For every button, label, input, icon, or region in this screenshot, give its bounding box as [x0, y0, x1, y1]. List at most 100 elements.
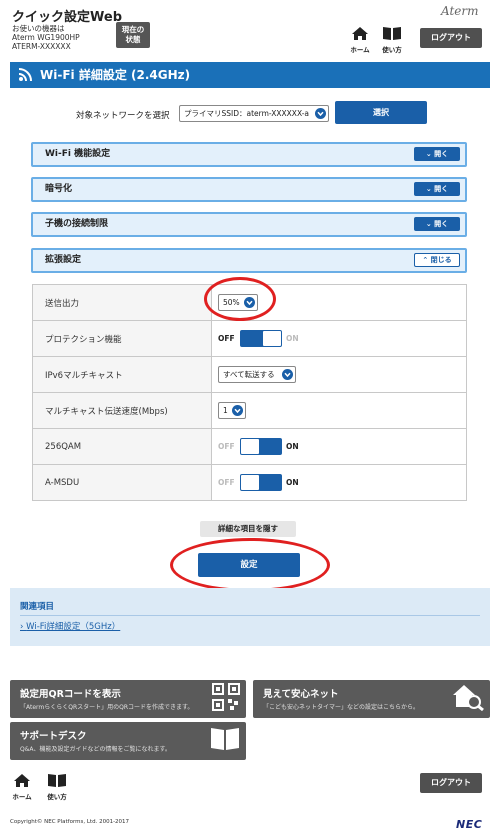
- accordion-open-button[interactable]: ⌄ 開く: [414, 217, 460, 231]
- qam256-label: 256QAM: [32, 428, 212, 465]
- highlight-ring: [204, 277, 276, 321]
- accordion-close-button[interactable]: ⌃ 閉じる: [414, 253, 460, 267]
- related-heading: 関連項目: [20, 602, 55, 612]
- qr-code-card[interactable]: 設定用QRコードを表示 「AtermらくらくQRスタート」用のQRコードを作成で…: [10, 680, 246, 718]
- chevron-down-icon: [315, 108, 326, 119]
- accordion-open-button[interactable]: ⌄ 開く: [414, 147, 460, 161]
- chevron-down-icon: ⌄: [425, 220, 435, 228]
- chevron-down-icon: [232, 405, 243, 416]
- select-button[interactable]: 選択: [335, 101, 427, 124]
- network-select-row: 対象ネットワークを選択 プライマリSSID：aterm-XXXXXX-a 選択: [10, 90, 490, 136]
- model-line-3: ATERM-XXXXXX: [12, 42, 71, 51]
- nec-logo: NEC: [456, 818, 483, 831]
- home-icon: [14, 774, 30, 787]
- accordion-label: Wi-Fi 機能設定: [45, 149, 111, 159]
- guide-nav[interactable]: 使い方: [379, 26, 405, 54]
- protection-toggle[interactable]: OFF ON: [218, 330, 299, 347]
- house-search-icon: [453, 685, 484, 711]
- home-nav[interactable]: ホーム: [347, 26, 373, 54]
- multicast-rate-label: マルチキャスト伝送速度(Mbps): [32, 392, 212, 429]
- footer-logout-button[interactable]: ログアウト: [420, 773, 482, 793]
- qam256-toggle[interactable]: OFF ON: [218, 438, 299, 455]
- toggle-knob: [241, 475, 259, 490]
- related-section: 関連項目 › Wi-Fi詳細設定（5GHz）: [10, 588, 490, 646]
- toggle-track[interactable]: [240, 438, 282, 455]
- support-desk-card[interactable]: サポートデスク Q&A、機能及設定ガイドなどの情報をご覧になれます。: [10, 722, 246, 760]
- home-label: ホーム: [350, 46, 370, 54]
- accordion-encryption[interactable]: 暗号化 ⌄ 開く: [31, 177, 467, 202]
- toggle-track[interactable]: [240, 330, 282, 347]
- toggle-on-label: ON: [286, 478, 299, 487]
- header: クイック設定Web お使いの機器は Aterm WG1900HP ATERM-X…: [0, 0, 500, 56]
- protection-label: プロテクション機能: [32, 320, 212, 357]
- support-card-title: サポートデスク: [20, 731, 87, 742]
- home-icon: [352, 27, 368, 40]
- table-row: マルチキャスト伝送速度(Mbps) 1: [32, 392, 467, 429]
- toggle-knob: [241, 439, 259, 454]
- model-line-2: Aterm WG1900HP: [12, 33, 80, 42]
- close-label: 閉じる: [430, 256, 452, 264]
- qr-card-title: 設定用QRコードを表示: [20, 689, 121, 700]
- guide-label: 使い方: [382, 46, 402, 54]
- footer-home-nav[interactable]: ホーム: [9, 773, 35, 801]
- wifi-icon: [18, 68, 32, 82]
- mieru-card-title: 見えて安心ネット: [263, 689, 339, 700]
- related-link-5ghz[interactable]: › Wi-Fi詳細設定（5GHz）: [20, 620, 120, 632]
- model-line-1: お使いの機器は: [12, 24, 65, 33]
- ipv6-multicast-value: すべて転送する: [223, 370, 275, 379]
- support-card-subtitle: Q&A、機能及設定ガイドなどの情報をご覧になれます。: [20, 746, 171, 753]
- network-select[interactable]: プライマリSSID：aterm-XXXXXX-a: [179, 105, 329, 122]
- accordion-label: 拡張設定: [45, 255, 82, 265]
- highlight-ring: [170, 538, 330, 592]
- related-link-label: Wi-Fi詳細設定（5GHz）: [26, 622, 121, 632]
- toggle-off-label: OFF: [218, 478, 235, 487]
- qr-card-subtitle: 「AtermらくらくQRスタート」用のQRコードを作成できます。: [20, 704, 194, 711]
- accordion-label: 子機の接続制限: [45, 219, 109, 229]
- book-icon: [211, 728, 239, 750]
- app-title: クイック設定Web: [12, 10, 122, 25]
- open-label: 開く: [434, 220, 449, 228]
- chevron-down-icon: [282, 369, 293, 380]
- hide-details-button[interactable]: 詳細な項目を隠す: [200, 521, 296, 537]
- ipv6-multicast-select[interactable]: すべて転送する: [218, 366, 296, 383]
- multicast-rate-select[interactable]: 1: [218, 402, 246, 419]
- aterm-logo: Aterm: [441, 4, 479, 18]
- accordion-client-restriction[interactable]: 子機の接続制限 ⌄ 開く: [31, 212, 467, 237]
- amsdu-toggle[interactable]: OFF ON: [218, 474, 299, 491]
- amsdu-label: A-MSDU: [32, 464, 212, 501]
- qr-code-icon: [212, 683, 240, 711]
- accordion-label: 暗号化: [45, 184, 73, 194]
- chevron-down-icon: ⌄: [425, 185, 435, 193]
- toggle-on-label: ON: [286, 442, 299, 451]
- guide-label: 使い方: [47, 793, 67, 801]
- table-row: 256QAM OFF ON: [32, 428, 467, 465]
- table-row: プロテクション機能 OFF ON: [32, 320, 467, 357]
- table-row: IPv6マルチキャスト すべて転送する: [32, 356, 467, 393]
- toggle-off-label: OFF: [218, 442, 235, 451]
- network-select-label: 対象ネットワークを選択: [76, 111, 170, 121]
- footer-guide-nav[interactable]: 使い方: [44, 773, 70, 801]
- toggle-track[interactable]: [240, 474, 282, 491]
- logout-button[interactable]: ログアウト: [420, 28, 482, 48]
- open-label: 開く: [434, 185, 449, 193]
- multicast-rate-value: 1: [223, 406, 228, 415]
- book-icon: [383, 27, 401, 40]
- page-title: Wi-Fi 詳細設定 (2.4GHz): [40, 68, 191, 82]
- book-icon: [48, 774, 66, 787]
- accordion-extended[interactable]: 拡張設定 ⌃ 閉じる: [31, 248, 467, 273]
- table-row: A-MSDU OFF ON: [32, 464, 467, 501]
- divider: [20, 615, 480, 616]
- accordion-open-button[interactable]: ⌄ 開く: [414, 182, 460, 196]
- chevron-up-icon: ⌃: [422, 256, 431, 264]
- model-info: お使いの機器は Aterm WG1900HP ATERM-XXXXXX: [12, 24, 80, 51]
- current-status-button[interactable]: 現在の 状態: [116, 22, 150, 48]
- accordion-wifi-function[interactable]: Wi-Fi 機能設定 ⌄ 開く: [31, 142, 467, 167]
- open-label: 開く: [434, 150, 449, 158]
- chevron-down-icon: ⌄: [425, 150, 435, 158]
- mieru-anshin-card[interactable]: 見えて安心ネット 「こども安心ネットタイマー」などの設定はこちらから。: [253, 680, 490, 718]
- toggle-on-label: ON: [286, 334, 299, 343]
- copyright: Copyright© NEC Platforms, Ltd. 2001-2017: [10, 819, 130, 825]
- toggle-off-label: OFF: [218, 334, 235, 343]
- network-select-value: プライマリSSID：aterm-XXXXXX-a: [184, 109, 310, 118]
- tx-power-label: 送信出力: [32, 284, 212, 321]
